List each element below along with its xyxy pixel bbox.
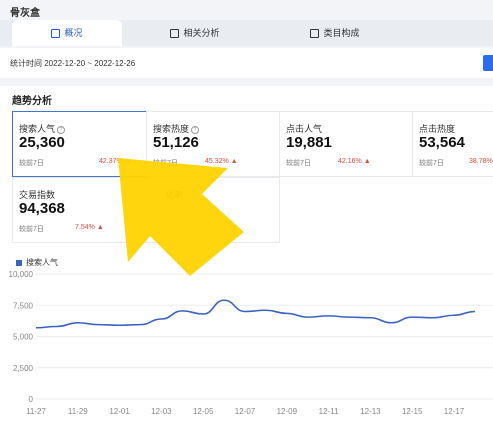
pointer-arrow-icon [118, 158, 244, 276]
pointer-arrow-overlay [118, 158, 244, 276]
